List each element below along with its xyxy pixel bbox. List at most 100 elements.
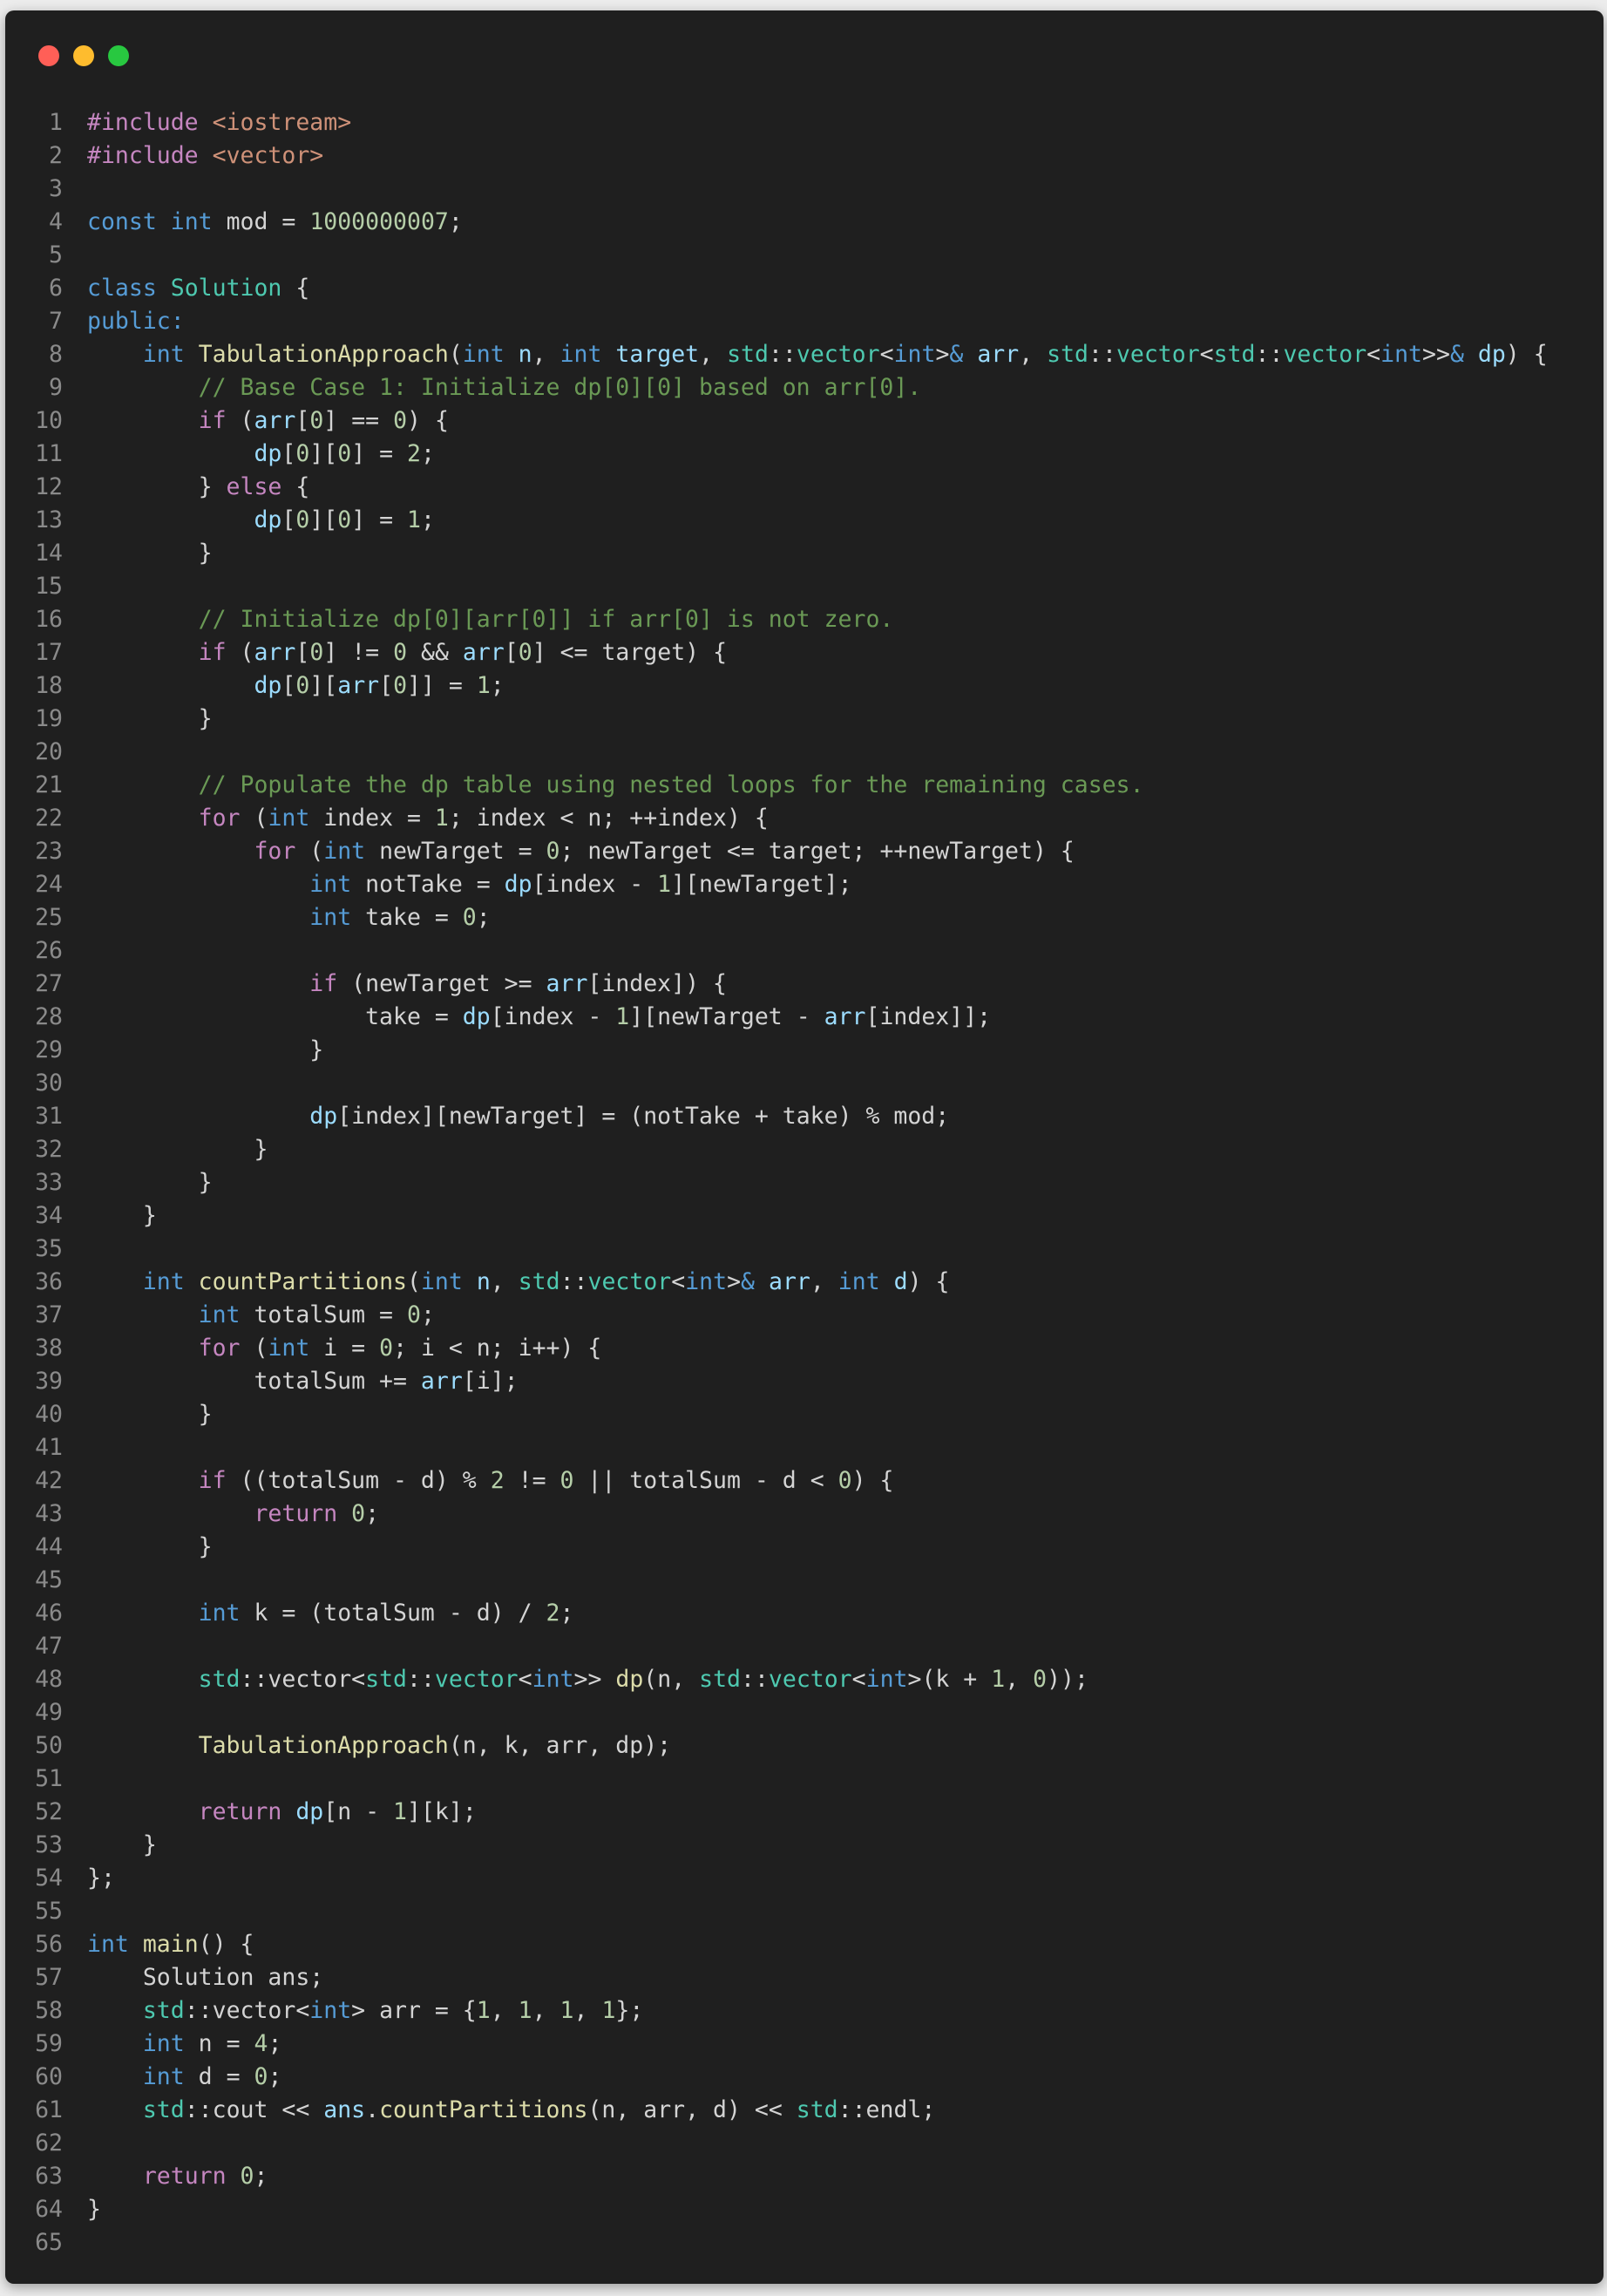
code-token: class xyxy=(87,275,157,302)
code-token: n xyxy=(518,341,532,368)
code-token: n = xyxy=(184,2030,254,2057)
window-titlebar xyxy=(5,10,1604,89)
code-line: 35 xyxy=(5,1233,1604,1266)
code-token: } xyxy=(87,1036,324,1063)
code-token: TabulationApproach xyxy=(198,341,449,368)
line-number: 58 xyxy=(35,1997,63,2024)
code-token: <iostream> xyxy=(212,109,352,136)
code-token: < xyxy=(851,1666,866,1693)
line-number: 22 xyxy=(35,805,63,832)
code-editor[interactable]: 1 #include <iostream> 2 #include <vector> 3 4… xyxy=(5,106,1604,2259)
code-token: ][ xyxy=(309,506,338,533)
code-line: 2 #include <vector> xyxy=(5,139,1604,173)
code-line: 15 xyxy=(5,570,1604,603)
code-token: [index][newTarget] = (notTake + take) % … xyxy=(337,1103,950,1130)
line-number: 18 xyxy=(35,672,63,699)
code-token: ::endl; xyxy=(837,2096,936,2123)
code-line: 53 } xyxy=(5,1829,1604,1862)
code-token: { xyxy=(281,275,310,302)
code-token: 1000000007 xyxy=(309,208,449,235)
code-token: [i]; xyxy=(462,1368,519,1395)
code-token: ( xyxy=(226,407,254,434)
code-text: for (int index = 1; index < n; ++index) … xyxy=(63,802,769,835)
code-token: mod = xyxy=(212,208,310,235)
code-line: 37 int totalSum = 0; xyxy=(5,1299,1604,1332)
code-token: ; xyxy=(268,2063,282,2090)
code-token: #include xyxy=(87,109,199,136)
code-line: 18 dp[0][arr[0]] = 1; xyxy=(5,669,1604,703)
code-text: std::vector<std::vector<int>> dp(n, std:… xyxy=(63,1663,1088,1696)
code-token: 0 xyxy=(393,639,408,666)
code-token: arr xyxy=(824,1003,866,1030)
code-token: & xyxy=(741,1268,756,1295)
code-text: } xyxy=(63,1398,213,1431)
line-number: 7 xyxy=(49,308,63,335)
code-text: int notTake = dp[index - 1][newTarget]; xyxy=(63,868,851,901)
line-number: 47 xyxy=(35,1633,63,1660)
line-number: 48 xyxy=(35,1666,63,1693)
code-token: dp xyxy=(254,506,282,533)
code-token: } xyxy=(87,1169,213,1196)
code-line: 62 xyxy=(5,2127,1604,2160)
code-line: 34 } xyxy=(5,1199,1604,1233)
minimize-window-button[interactable] xyxy=(73,45,94,66)
code-token: { xyxy=(281,473,310,500)
code-line: 30 xyxy=(5,1067,1604,1100)
code-token: 0 xyxy=(337,506,352,533)
code-line: 58 std::vector<int> arr = {1, 1, 1, 1}; xyxy=(5,1994,1604,2028)
code-token: >> xyxy=(573,1666,616,1693)
code-token: [ xyxy=(281,506,296,533)
code-token: } xyxy=(87,1202,157,1229)
line-number: 30 xyxy=(35,1070,63,1097)
code-token: int xyxy=(142,2030,185,2057)
close-window-button[interactable] xyxy=(38,45,59,66)
code-token: std xyxy=(727,341,769,368)
code-token: int xyxy=(685,1268,728,1295)
line-number: 32 xyxy=(35,1136,63,1163)
code-token: for xyxy=(198,1335,241,1362)
code-token: :: xyxy=(740,1666,769,1693)
code-token: , xyxy=(532,1997,560,2024)
maximize-window-button[interactable] xyxy=(108,45,129,66)
code-line: 59 int n = 4; xyxy=(5,2028,1604,2061)
code-token: return xyxy=(198,1798,282,1825)
code-line: 54}; xyxy=(5,1862,1604,1895)
code-token: && xyxy=(407,639,463,666)
line-number: 14 xyxy=(35,540,63,567)
code-token: arr xyxy=(462,639,505,666)
code-token: int xyxy=(309,904,352,931)
code-text: // Initialize dp[0][arr[0]] if arr[0] is… xyxy=(63,603,894,636)
code-token: const xyxy=(87,208,157,235)
code-token: std xyxy=(365,1666,407,1693)
code-token: return xyxy=(142,2163,227,2190)
code-line: 27 if (newTarget >= arr[index]) { xyxy=(5,968,1604,1001)
code-token: , xyxy=(532,341,560,368)
code-token: :: xyxy=(406,1666,435,1693)
code-token: ; xyxy=(254,2163,268,2190)
code-line: 42 if ((totalSum - d) % 2 != 0 || totalS… xyxy=(5,1464,1604,1498)
code-line: 10 if (arr[0] == 0) { xyxy=(5,404,1604,438)
code-token: 1 xyxy=(615,1003,630,1030)
code-token: > xyxy=(935,341,950,368)
code-token: int xyxy=(462,341,505,368)
line-number: 12 xyxy=(35,473,63,500)
code-token: notTake = xyxy=(351,871,505,898)
line-number: 17 xyxy=(35,639,63,666)
code-token: (n, k, arr, dp); xyxy=(448,1732,672,1759)
code-text: } xyxy=(63,2193,101,2226)
line-number: 44 xyxy=(35,1533,63,1560)
line-number: 42 xyxy=(35,1467,63,1494)
code-token: int xyxy=(170,208,213,235)
code-token: int xyxy=(142,2063,185,2090)
code-line: 21 // Populate the dp table using nested… xyxy=(5,769,1604,802)
